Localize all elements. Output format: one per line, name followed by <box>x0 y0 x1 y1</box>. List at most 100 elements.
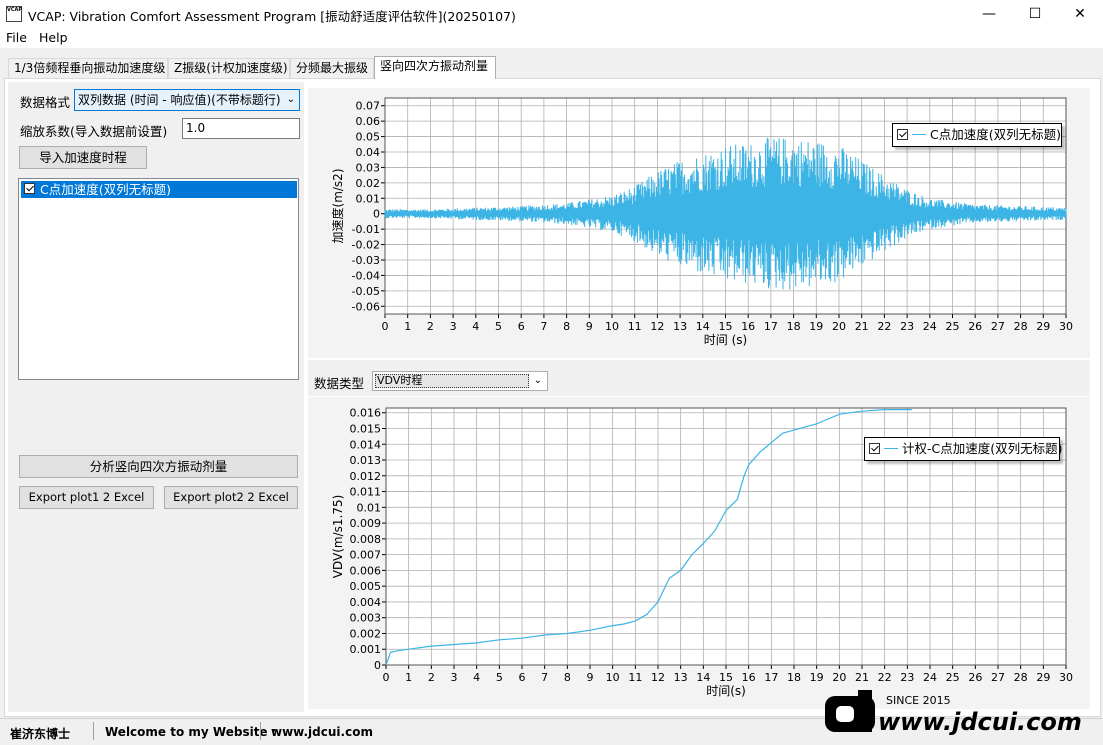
plot2-y-tick-label: 0.005 <box>350 580 382 593</box>
scale-label: 缩放系数(导入数据前设置) <box>20 124 168 139</box>
plot1-x-tick-label: 3 <box>450 320 457 333</box>
plot1-y-tick-label: 0.05 <box>356 131 381 144</box>
list-item[interactable]: C点加速度(双列无标题) <box>21 181 297 198</box>
plot2-x-tick-label: 23 <box>900 671 914 684</box>
plot2-x-tick-label: 28 <box>1014 671 1028 684</box>
plot2-y-tick-label: 0 <box>374 659 381 672</box>
plot1-y-tick-label: 0.02 <box>356 177 381 190</box>
plot1-x-tick-label: 12 <box>650 320 664 333</box>
plot1-x-tick-label: 14 <box>696 320 710 333</box>
plot1-x-axis-label: 时间 (s) <box>704 333 747 347</box>
menu-bar <box>0 28 1103 48</box>
plot1-x-tick-label: 21 <box>855 320 869 333</box>
plot1-y-tick-label: 0.07 <box>356 100 381 113</box>
plot2-x-tick-label: 13 <box>674 671 688 684</box>
plot2-y-tick-label: 0.003 <box>350 612 382 625</box>
plot2-y-tick-label: 0.013 <box>350 454 382 467</box>
plot2-x-tick-label: 12 <box>651 671 665 684</box>
checkbox-checked-icon[interactable] <box>24 183 35 194</box>
plot1-y-axis-label: 加速度(m/s2) <box>330 169 345 244</box>
plot2-x-tick-label: 14 <box>696 671 710 684</box>
plot1-x-tick-label: 17 <box>764 320 778 333</box>
format-select[interactable]: 双列数据 (时间 - 响应值)(不带标题行) ⌄ <box>74 89 300 111</box>
plot2-y-tick-label: 0.011 <box>350 486 382 499</box>
plot2-x-tick-label: 4 <box>473 671 480 684</box>
plot1-x-tick-label: 24 <box>923 320 937 333</box>
plot1-x-tick-label: 9 <box>586 320 593 333</box>
legend-checkbox-icon[interactable] <box>897 129 908 140</box>
plot1-x-tick-label: 29 <box>1036 320 1050 333</box>
analyze-button[interactable]: 分析竖向四次方振动剂量 <box>19 455 298 478</box>
tab-z-vibration-level[interactable]: Z振级(计权加速度级) <box>168 58 290 78</box>
plot2-x-tick-label: 5 <box>496 671 503 684</box>
plot1-y-tick-label: -0.04 <box>352 269 380 282</box>
plot2-x-tick-label: 24 <box>923 671 937 684</box>
plot1-x-tick-label: 28 <box>1014 320 1028 333</box>
plot2-x-tick-label: 9 <box>587 671 594 684</box>
plot1-x-tick-label: 18 <box>787 320 801 333</box>
menu-file[interactable]: File <box>6 30 27 45</box>
plot2-x-tick-label: 21 <box>855 671 869 684</box>
window-title: VCAP: Vibration Comfort Assessment Progr… <box>28 9 516 24</box>
plot2-y-tick-label: 0.01 <box>357 501 382 514</box>
plot2-x-tick-label: 11 <box>628 671 642 684</box>
plot1-y-tick-label: 0.06 <box>356 115 381 128</box>
plot1-x-tick-label: 20 <box>832 320 846 333</box>
plot2-x-tick-label: 15 <box>719 671 733 684</box>
plot1-x-tick-label: 27 <box>991 320 1005 333</box>
plot1-y-tick-label: -0.06 <box>352 300 380 313</box>
plot1-x-tick-label: 13 <box>673 320 687 333</box>
chevron-down-icon: ⌄ <box>286 94 295 105</box>
status-url[interactable]: www.jdcui.com <box>271 725 373 739</box>
plot2-x-tick-label: 2 <box>428 671 435 684</box>
import-button[interactable]: 导入加速度时程 <box>19 146 147 169</box>
plot2-y-tick-label: 0.006 <box>350 564 382 577</box>
status-divider <box>260 722 261 740</box>
plot1-y-tick-label: 0.04 <box>356 146 381 159</box>
plot1-y-tick-label: -0.01 <box>352 223 380 236</box>
plot2-y-tick-label: 0.009 <box>350 517 382 530</box>
plot2-legend: 计权-C点加速度(双列无标题) <box>864 437 1063 461</box>
plot2-x-axis-label: 时间(s) <box>706 684 746 698</box>
plot2-x-tick-label: 19 <box>810 671 824 684</box>
plot2-x-tick-label: 7 <box>541 671 548 684</box>
maximize-button[interactable]: ☐ <box>1012 0 1058 28</box>
plot2-legend-label: 计权-C点加速度(双列无标题) <box>902 441 1063 456</box>
plot1-x-tick-label: 0 <box>382 320 389 333</box>
plot2-x-tick-label: 6 <box>519 671 526 684</box>
plot2-x-tick-label: 26 <box>968 671 982 684</box>
plot2-x-tick-label: 10 <box>606 671 620 684</box>
series-list[interactable] <box>18 178 299 380</box>
plot1-legend: C点加速度(双列无标题) <box>892 123 1062 147</box>
legend-line-icon <box>884 448 898 449</box>
watermark-logo: SINCE 2015 www.jdcui.com <box>820 688 1090 738</box>
plot2-x-tick-label: 17 <box>764 671 778 684</box>
plot2-x-tick-label: 20 <box>832 671 846 684</box>
close-button[interactable]: ✕ <box>1057 0 1103 28</box>
legend-line-icon <box>912 134 926 135</box>
tab-max-vibration-level[interactable]: 分频最大振级 <box>290 58 374 78</box>
plot2-y-tick-label: 0.012 <box>350 470 382 483</box>
plot1-x-tick-label: 7 <box>540 320 547 333</box>
plot1-x-tick-label: 5 <box>495 320 502 333</box>
export-plot1-button[interactable]: Export plot1 2 Excel <box>19 486 154 509</box>
export-plot2-button[interactable]: Export plot2 2 Excel <box>164 486 298 509</box>
left-panel <box>8 82 304 712</box>
tab-vdv[interactable]: 竖向四次方振动剂量 <box>374 56 496 79</box>
plot2-x-tick-label: 8 <box>564 671 571 684</box>
menu-help[interactable]: Help <box>39 30 68 45</box>
scale-input[interactable]: 1.0 <box>182 118 300 139</box>
status-divider <box>93 722 94 740</box>
datatype-select[interactable]: VDV时程 ⌄ <box>372 371 548 391</box>
plot2-x-tick-label: 27 <box>991 671 1005 684</box>
plot1-x-tick-label: 4 <box>472 320 479 333</box>
watermark-site: www.jdcui.com <box>878 708 1082 736</box>
format-value: 双列数据 (时间 - 响应值)(不带标题行) <box>78 93 281 107</box>
plot1-y-tick-label: -0.05 <box>352 285 380 298</box>
minimize-button[interactable]: — <box>966 0 1012 28</box>
tab-octave-band[interactable]: 1/3倍频程垂向振动加速度级 <box>8 58 168 78</box>
plot2-y-tick-label: 0.007 <box>350 549 382 562</box>
chevron-down-icon: ⌄ <box>533 375 542 386</box>
plot2-y-tick-label: 0.004 <box>350 596 382 609</box>
legend-checkbox-icon[interactable] <box>869 443 880 454</box>
